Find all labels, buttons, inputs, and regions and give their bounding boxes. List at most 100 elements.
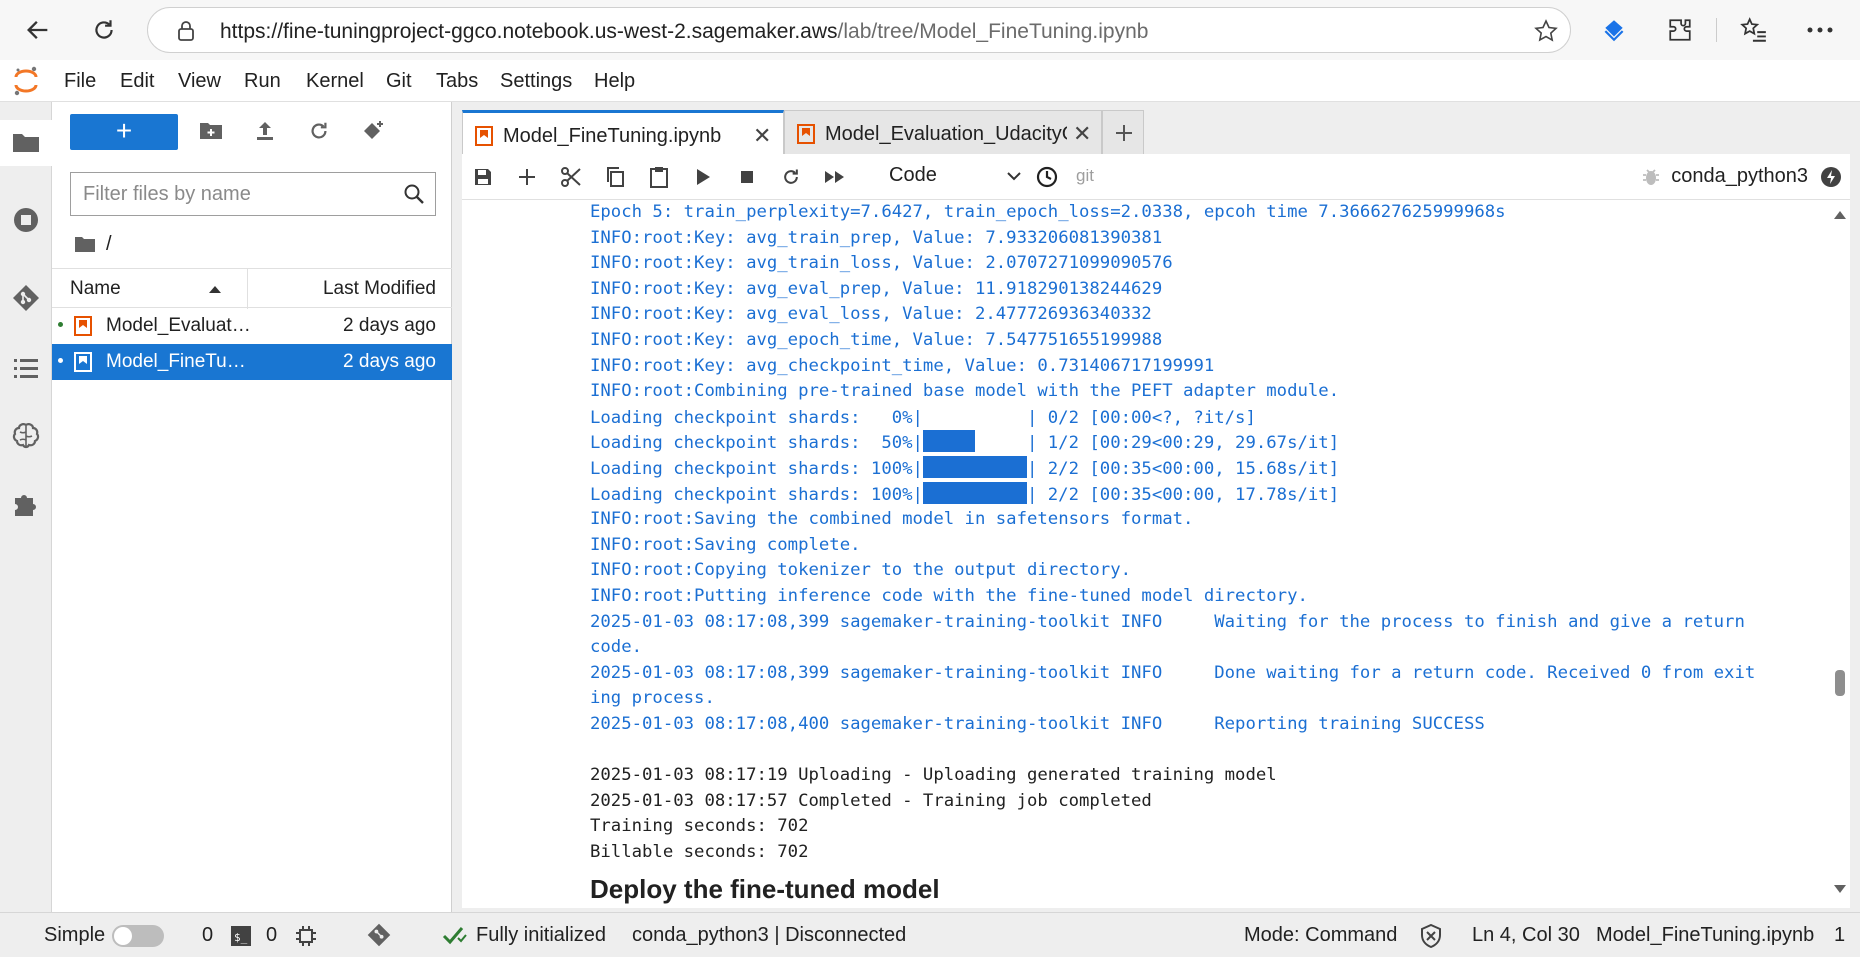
favorites-button[interactable] bbox=[1734, 10, 1774, 50]
refresh-files-button[interactable] bbox=[304, 116, 334, 146]
tab-model-finetuning[interactable]: Model_FineTuning.ipynb ✕ bbox=[462, 110, 784, 156]
file-browser-tab[interactable] bbox=[10, 126, 42, 158]
restart-kernel-button[interactable] bbox=[778, 164, 804, 190]
trusted-shield-icon[interactable] bbox=[1420, 924, 1442, 948]
column-modified-header[interactable]: Last Modified bbox=[323, 278, 436, 300]
restart-icon bbox=[784, 169, 798, 184]
notebook-content: Epoch 5: train_perplexity=7.6427, train_… bbox=[462, 200, 1850, 908]
running-sessions-tab[interactable] bbox=[10, 204, 42, 236]
new-folder-button[interactable] bbox=[196, 116, 226, 146]
interrupt-kernel-button[interactable] bbox=[734, 164, 760, 190]
insert-cell-button[interactable] bbox=[514, 164, 540, 190]
extension-button[interactable] bbox=[1594, 10, 1634, 50]
terminal-count[interactable]: 0 bbox=[202, 924, 213, 947]
address-bar[interactable]: https://fine-tuningproject-ggco.notebook… bbox=[147, 7, 1571, 53]
extensions-button[interactable] bbox=[1660, 10, 1700, 50]
notification-count[interactable]: 1 bbox=[1834, 924, 1845, 947]
vertical-scrollbar[interactable] bbox=[1828, 200, 1850, 908]
kernel-status[interactable]: conda_python3 | Disconnected bbox=[632, 924, 906, 947]
restart-run-all-button[interactable] bbox=[822, 164, 848, 190]
toolbar-divider bbox=[1716, 18, 1717, 42]
tab-close-icon[interactable]: ✕ bbox=[1073, 121, 1091, 147]
add-icon bbox=[1116, 125, 1132, 141]
git-diff-button[interactable]: git bbox=[1076, 166, 1094, 186]
git-tab[interactable] bbox=[10, 282, 42, 314]
search-icon bbox=[404, 184, 424, 204]
file-filter-box bbox=[70, 172, 436, 216]
cursor-position[interactable]: Ln 4, Col 30 bbox=[1472, 924, 1580, 947]
url-host: https://fine-tuningproject-ggco.notebook… bbox=[220, 20, 838, 43]
progress-prefix: Loading checkpoint shards: 100%| bbox=[590, 458, 923, 479]
run-cell-button[interactable] bbox=[690, 164, 716, 190]
paste-cell-button[interactable] bbox=[646, 164, 672, 190]
output-line: ing process. bbox=[590, 688, 715, 709]
play-icon bbox=[697, 169, 710, 185]
activity-rail bbox=[0, 102, 52, 912]
cut-cell-button[interactable] bbox=[558, 164, 584, 190]
open-file-indicator bbox=[58, 358, 63, 363]
simple-mode-toggle[interactable] bbox=[112, 925, 164, 947]
menu-view[interactable]: View bbox=[178, 70, 221, 93]
scroll-down-arrow-icon[interactable] bbox=[1833, 884, 1847, 894]
stop-circle-icon bbox=[14, 208, 38, 232]
file-filter-input[interactable] bbox=[83, 181, 383, 207]
output-line: INFO:root:Key: avg_checkpoint_time, Valu… bbox=[590, 355, 1215, 376]
git-clone-button[interactable] bbox=[358, 116, 388, 146]
progress-prefix: Loading checkpoint shards: 100%| bbox=[590, 484, 923, 505]
progress-bar bbox=[922, 455, 1027, 478]
ai-assistant-tab[interactable] bbox=[10, 420, 42, 452]
file-row-model-evaluation[interactable]: Model_Evaluation_UdacityGenAIAWS.ipynb 2… bbox=[52, 308, 452, 344]
output-line: code. bbox=[590, 637, 643, 658]
output-line: INFO:root:Combining pre-trained base mod… bbox=[590, 381, 1340, 402]
toggle-knob bbox=[114, 927, 132, 945]
back-button[interactable] bbox=[18, 10, 58, 50]
column-divider bbox=[247, 269, 248, 309]
menu-tabs[interactable]: Tabs bbox=[436, 70, 478, 93]
menu-git[interactable]: Git bbox=[386, 70, 412, 93]
favorite-star-icon[interactable] bbox=[1534, 19, 1558, 43]
cell-type-dropdown[interactable]: Code bbox=[889, 164, 1021, 187]
execution-time-button[interactable] bbox=[1034, 164, 1060, 190]
menu-settings[interactable]: Settings bbox=[500, 70, 572, 93]
copy-cell-button[interactable] bbox=[602, 164, 628, 190]
progress-prefix: Loading checkpoint shards: 0%| bbox=[590, 407, 923, 428]
list-icon bbox=[14, 359, 38, 378]
new-tab-button[interactable] bbox=[1102, 110, 1144, 156]
table-of-contents-tab[interactable] bbox=[10, 352, 42, 384]
progress-bar bbox=[922, 430, 1027, 453]
git-branch-icon[interactable] bbox=[366, 922, 392, 948]
more-options-button[interactable] bbox=[1800, 10, 1840, 50]
menu-help[interactable]: Help bbox=[594, 70, 635, 93]
menu-kernel[interactable]: Kernel bbox=[306, 70, 364, 93]
save-button[interactable] bbox=[470, 164, 496, 190]
breadcrumb-root[interactable]: / bbox=[106, 233, 112, 256]
new-launcher-button[interactable]: + bbox=[70, 114, 178, 150]
tab-close-icon[interactable]: ✕ bbox=[753, 123, 771, 149]
brain-icon bbox=[12, 423, 40, 449]
file-list-header: Name Last Modified bbox=[52, 268, 452, 309]
menu-run[interactable]: Run bbox=[244, 70, 281, 93]
scroll-up-arrow-icon[interactable] bbox=[1833, 210, 1847, 220]
kernel-count[interactable]: 0 bbox=[266, 924, 277, 947]
menu-file[interactable]: File bbox=[64, 70, 96, 93]
extension-manager-tab[interactable] bbox=[10, 488, 42, 520]
git-diamond-icon bbox=[13, 285, 39, 311]
main-dock-area: Model_FineTuning.ipynb ✕ Model_Evaluatio… bbox=[452, 102, 1860, 912]
breadcrumb[interactable]: / bbox=[74, 230, 112, 258]
upload-button[interactable] bbox=[250, 116, 280, 146]
kernel-name-button[interactable]: conda_python3 bbox=[1671, 165, 1808, 188]
scissors-icon bbox=[561, 167, 581, 187]
column-name-header[interactable]: Name bbox=[70, 278, 121, 300]
tab-model-evaluation[interactable]: Model_Evaluation_UdacityGe ✕ bbox=[784, 110, 1102, 156]
puzzle-icon bbox=[1669, 19, 1691, 41]
clock-icon bbox=[1036, 166, 1058, 188]
url-text: https://fine-tuningproject-ggco.notebook… bbox=[220, 20, 1148, 44]
open-file-indicator bbox=[58, 322, 63, 327]
file-row-model-finetuning[interactable]: Model_FineTuning.ipynb 2 days ago bbox=[52, 344, 452, 380]
tab-label: Model_Evaluation_UdacityGe bbox=[825, 123, 1067, 145]
progress-suffix: | 0/2 [00:00<?, ?it/s] bbox=[1026, 407, 1256, 428]
debugger-toggle[interactable] bbox=[1638, 164, 1664, 190]
reload-button[interactable] bbox=[84, 10, 124, 50]
menu-edit[interactable]: Edit bbox=[120, 70, 154, 93]
scroll-thumb[interactable] bbox=[1835, 670, 1845, 696]
